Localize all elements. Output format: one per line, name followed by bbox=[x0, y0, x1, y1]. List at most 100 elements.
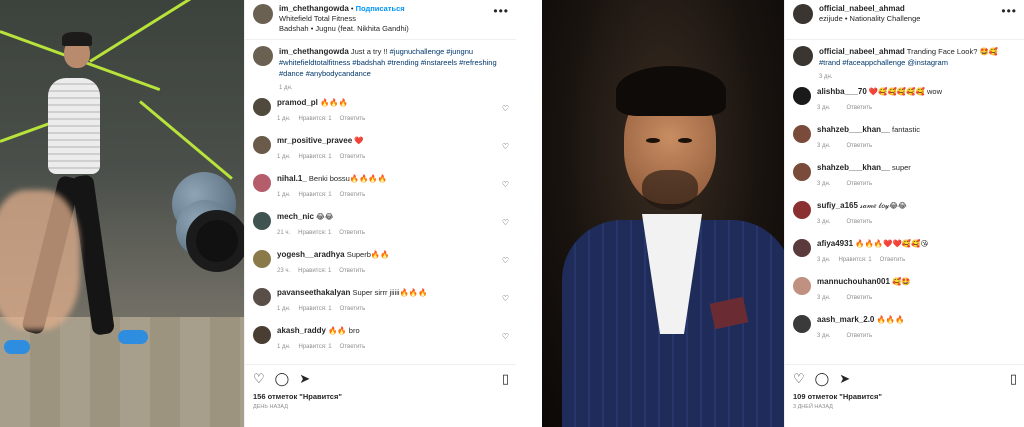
caption-username[interactable]: official_nabeel_ahmad bbox=[819, 47, 905, 56]
comment-avatar[interactable] bbox=[793, 163, 811, 181]
comment-like-icon[interactable]: ♡ bbox=[502, 180, 509, 189]
caption-text: Tranding Face Look? 🤩🥰 bbox=[906, 47, 999, 56]
comment-like-icon[interactable]: ♡ bbox=[502, 218, 509, 227]
comment-username[interactable]: mr_positive_pravee bbox=[277, 136, 352, 145]
caption-hashtags[interactable]: #trand #faceappchallenge @instagram bbox=[819, 58, 948, 67]
comment-time: 1 дн. bbox=[277, 192, 291, 198]
bookmark-icon[interactable]: ▯ bbox=[502, 371, 509, 387]
comment-reply-button[interactable]: Ответить bbox=[340, 154, 366, 160]
comment-username[interactable]: nihal.1_ bbox=[277, 174, 307, 183]
comment-text: super bbox=[892, 163, 911, 172]
comment-likes[interactable]: Нравится: 1 bbox=[299, 154, 332, 160]
comment-reply-button[interactable]: Ответить bbox=[847, 295, 873, 301]
post2-likes[interactable]: 109 отметок "Нравится" bbox=[793, 392, 1017, 401]
comment-username[interactable]: afiya4931 bbox=[817, 239, 853, 248]
comment-avatar[interactable] bbox=[253, 326, 271, 344]
post2-avatar[interactable] bbox=[793, 4, 813, 24]
comment-likes[interactable]: Нравится: 1 bbox=[299, 306, 332, 312]
comment-username[interactable]: pramod_pl bbox=[277, 98, 318, 107]
post2-username[interactable]: official_nabeel_ahmad bbox=[819, 4, 905, 13]
post2-caption-avatar[interactable] bbox=[793, 46, 813, 66]
comment-avatar[interactable] bbox=[253, 250, 271, 268]
heart-icon[interactable]: ♡ bbox=[793, 371, 805, 387]
comment-reply-button[interactable]: Ответить bbox=[847, 105, 873, 111]
comment-reply-button[interactable]: Ответить bbox=[880, 257, 906, 263]
comment-avatar[interactable] bbox=[793, 239, 811, 257]
comment-username[interactable]: mech_nic bbox=[277, 212, 314, 221]
comment-username[interactable]: sufiy_a165 bbox=[817, 201, 858, 210]
comment-row: yogesh__aradhya Superb🔥🔥 23 ч. Нравится: 1… bbox=[253, 250, 509, 288]
comment-reply-button[interactable]: Ответить bbox=[340, 192, 366, 198]
comment-avatar[interactable] bbox=[253, 288, 271, 306]
comment-reply-button[interactable]: Ответить bbox=[339, 230, 365, 236]
share-icon[interactable]: ➤ bbox=[299, 371, 310, 387]
post1-video[interactable] bbox=[0, 0, 244, 427]
comment-likes[interactable]: Нравится: 1 bbox=[839, 257, 872, 263]
comment-icon[interactable]: ◯ bbox=[275, 371, 290, 387]
comment-time: 3 дн. bbox=[817, 333, 831, 339]
comment-username[interactable]: pavanseethakalyan bbox=[277, 288, 350, 297]
comment-like-icon[interactable]: ♡ bbox=[502, 142, 509, 151]
comment-like-icon[interactable]: ♡ bbox=[502, 332, 509, 341]
post1-likes[interactable]: 156 отметок "Нравится" bbox=[253, 392, 509, 401]
comment-username[interactable]: shahzeb___khan__ bbox=[817, 163, 890, 172]
comment-username[interactable]: akash_raddy bbox=[277, 326, 326, 335]
comment-avatar[interactable] bbox=[253, 212, 271, 230]
comment-avatar[interactable] bbox=[793, 87, 811, 105]
post2-location[interactable]: ezijude • Nationality Challenge bbox=[819, 14, 920, 23]
post1-avatar[interactable] bbox=[253, 4, 273, 24]
comment-likes[interactable]: Нравится: 1 bbox=[299, 192, 332, 198]
comment-likes[interactable]: Нравится: 1 bbox=[299, 116, 332, 122]
post1-location[interactable]: Whitefield Total Fitness bbox=[279, 14, 356, 23]
comment-reply-button[interactable]: Ответить bbox=[340, 344, 366, 350]
comment-avatar[interactable] bbox=[793, 125, 811, 143]
comment-time: 1 дн. bbox=[277, 116, 291, 122]
comment-like-icon[interactable]: ♡ bbox=[502, 294, 509, 303]
comment-text: 🔥🔥🔥 bbox=[876, 315, 905, 324]
comment-likes[interactable]: Нравится: 1 bbox=[298, 268, 331, 274]
comment-avatar[interactable] bbox=[793, 315, 811, 333]
comment-likes[interactable]: Нравится: 1 bbox=[298, 230, 331, 236]
comment-avatar[interactable] bbox=[793, 277, 811, 295]
comment-reply-button[interactable]: Ответить bbox=[847, 333, 873, 339]
comment-like-icon[interactable]: ♡ bbox=[502, 256, 509, 265]
comment-username[interactable]: alishba___70 bbox=[817, 87, 867, 96]
caption-username[interactable]: im_chethangowda bbox=[279, 47, 349, 56]
heart-icon[interactable]: ♡ bbox=[253, 371, 265, 387]
share-icon[interactable]: ➤ bbox=[839, 371, 850, 387]
portrait-hair bbox=[616, 66, 726, 116]
comment-reply-button[interactable]: Ответить bbox=[339, 268, 365, 274]
comment-username[interactable]: mannuchouhan001 bbox=[817, 277, 890, 286]
post1-follow-button[interactable]: Подписаться bbox=[356, 4, 405, 13]
more-horizontal-icon[interactable]: ••• bbox=[493, 4, 509, 18]
comment-avatar[interactable] bbox=[253, 98, 271, 116]
post1-caption-avatar[interactable] bbox=[253, 46, 273, 66]
comment-like-icon[interactable]: ♡ bbox=[502, 104, 509, 113]
bookmark-icon[interactable]: ▯ bbox=[1010, 371, 1017, 387]
comment-reply-button[interactable]: Ответить bbox=[847, 181, 873, 187]
comment-likes[interactable]: Нравится: 1 bbox=[299, 344, 332, 350]
comment-icon[interactable]: ◯ bbox=[815, 371, 830, 387]
comment-reply-button[interactable]: Ответить bbox=[340, 116, 366, 122]
post2-photo[interactable] bbox=[542, 0, 784, 427]
comment-username[interactable]: yogesh__aradhya bbox=[277, 250, 345, 259]
comment-time: 1 дн. bbox=[277, 306, 291, 312]
comment-avatar[interactable] bbox=[253, 136, 271, 154]
comment-row: alishba___70 ❤️🥰🥰🥰🥰🥰 wow 3 дн. Ответить bbox=[793, 87, 1017, 125]
comment-time: 3 дн. bbox=[817, 219, 831, 225]
caption-time: 1 дн. bbox=[279, 85, 293, 91]
post1-posted-ago: день назад bbox=[253, 404, 288, 410]
comment-username[interactable]: shahzeb___khan__ bbox=[817, 125, 890, 134]
comment-row: pavanseethakalyan Super sirrr jiiiii🔥🔥🔥 1… bbox=[253, 288, 509, 326]
comment-avatar[interactable] bbox=[793, 201, 811, 219]
comment-avatar[interactable] bbox=[253, 174, 271, 192]
comment-username[interactable]: aash_mark_2.0 bbox=[817, 315, 874, 324]
comment-row: mr_positive_pravee ❤️ 1 дн. Нравится: 1 Отв… bbox=[253, 136, 509, 174]
post1-audio[interactable]: Badshah • Jugnu (feat. Nikhita Gandhi) bbox=[279, 24, 409, 33]
more-horizontal-icon[interactable]: ••• bbox=[1001, 4, 1017, 18]
post2-posted-ago: 3 дней назад bbox=[793, 404, 833, 410]
comment-reply-button[interactable]: Ответить bbox=[847, 219, 873, 225]
comment-reply-button[interactable]: Ответить bbox=[847, 143, 873, 149]
post1-username[interactable]: im_chethangowda bbox=[279, 4, 349, 13]
comment-reply-button[interactable]: Ответить bbox=[340, 306, 366, 312]
